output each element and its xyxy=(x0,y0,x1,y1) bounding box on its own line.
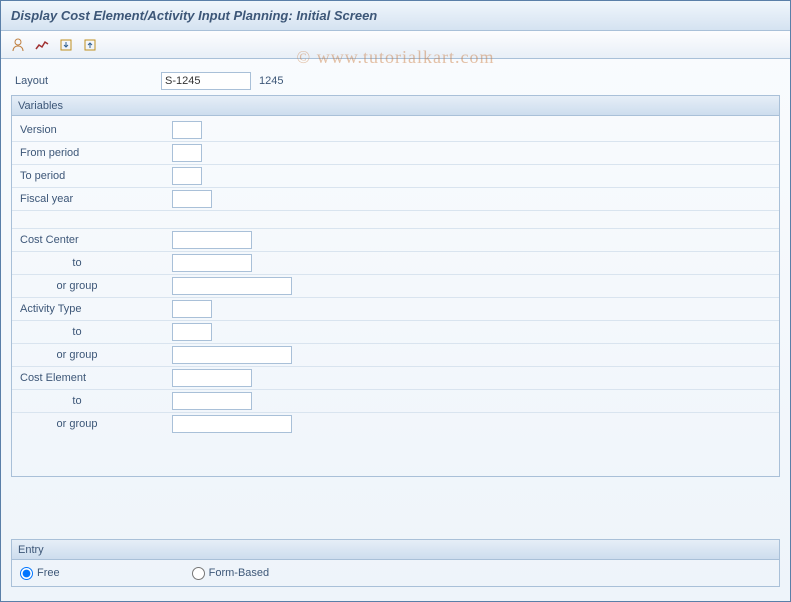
fiscal-year-input[interactable] xyxy=(172,190,212,208)
entry-form-label: Form-Based xyxy=(209,567,270,579)
to-period-input[interactable] xyxy=(172,167,202,185)
cost-center-label: Cost Center xyxy=(12,234,142,246)
entry-form-radio-item[interactable]: Form-Based xyxy=(192,567,270,580)
export-icon[interactable] xyxy=(81,36,99,54)
variables-group: Variables Version From period To period … xyxy=(11,95,780,477)
cost-center-input[interactable] xyxy=(172,231,252,249)
cost-element-to-label: to xyxy=(12,395,142,407)
activity-type-input[interactable] xyxy=(172,300,212,318)
title-bar: Display Cost Element/Activity Input Plan… xyxy=(1,1,790,31)
cost-element-input[interactable] xyxy=(172,369,252,387)
from-period-label: From period xyxy=(12,147,142,159)
person-icon[interactable] xyxy=(9,36,27,54)
entry-free-radio-item[interactable]: Free xyxy=(20,567,60,580)
fiscal-year-label: Fiscal year xyxy=(12,193,142,205)
application-toolbar xyxy=(1,31,790,59)
cost-element-label: Cost Element xyxy=(12,372,142,384)
cost-element-group-input[interactable] xyxy=(172,415,292,433)
entry-header: Entry xyxy=(12,540,779,560)
activity-type-label: Activity Type xyxy=(12,303,142,315)
layout-label: Layout xyxy=(11,75,161,87)
cost-center-group-input[interactable] xyxy=(172,277,292,295)
layout-input[interactable] xyxy=(161,72,251,90)
window-title: Display Cost Element/Activity Input Plan… xyxy=(11,8,377,23)
from-period-input[interactable] xyxy=(172,144,202,162)
entry-free-label: Free xyxy=(37,567,60,579)
entry-form-radio[interactable] xyxy=(192,567,205,580)
layout-row: Layout 1245 xyxy=(11,69,780,93)
version-label: Version xyxy=(12,124,142,136)
activity-type-group-input[interactable] xyxy=(172,346,292,364)
version-input[interactable] xyxy=(172,121,202,139)
cost-element-to-input[interactable] xyxy=(172,392,252,410)
cost-center-group-label: or group xyxy=(12,280,142,292)
variables-body: Version From period To period Fiscal yea… xyxy=(12,116,779,437)
activity-type-to-input[interactable] xyxy=(172,323,212,341)
to-period-label: To period xyxy=(12,170,142,182)
cost-center-to-label: to xyxy=(12,257,142,269)
variables-header: Variables xyxy=(12,96,779,116)
entry-free-radio[interactable] xyxy=(20,567,33,580)
sap-window: Display Cost Element/Activity Input Plan… xyxy=(0,0,791,602)
activity-type-to-label: to xyxy=(12,326,142,338)
entry-group: Entry Free Form-Based xyxy=(11,539,780,587)
import-icon[interactable] xyxy=(57,36,75,54)
content-area: Layout 1245 Variables Version From perio… xyxy=(1,59,790,477)
chart-icon[interactable] xyxy=(33,36,51,54)
cost-element-group-label: or group xyxy=(12,418,142,430)
entry-body: Free Form-Based xyxy=(12,560,779,586)
cost-center-to-input[interactable] xyxy=(172,254,252,272)
layout-desc: 1245 xyxy=(259,75,283,87)
activity-type-group-label: or group xyxy=(12,349,142,361)
